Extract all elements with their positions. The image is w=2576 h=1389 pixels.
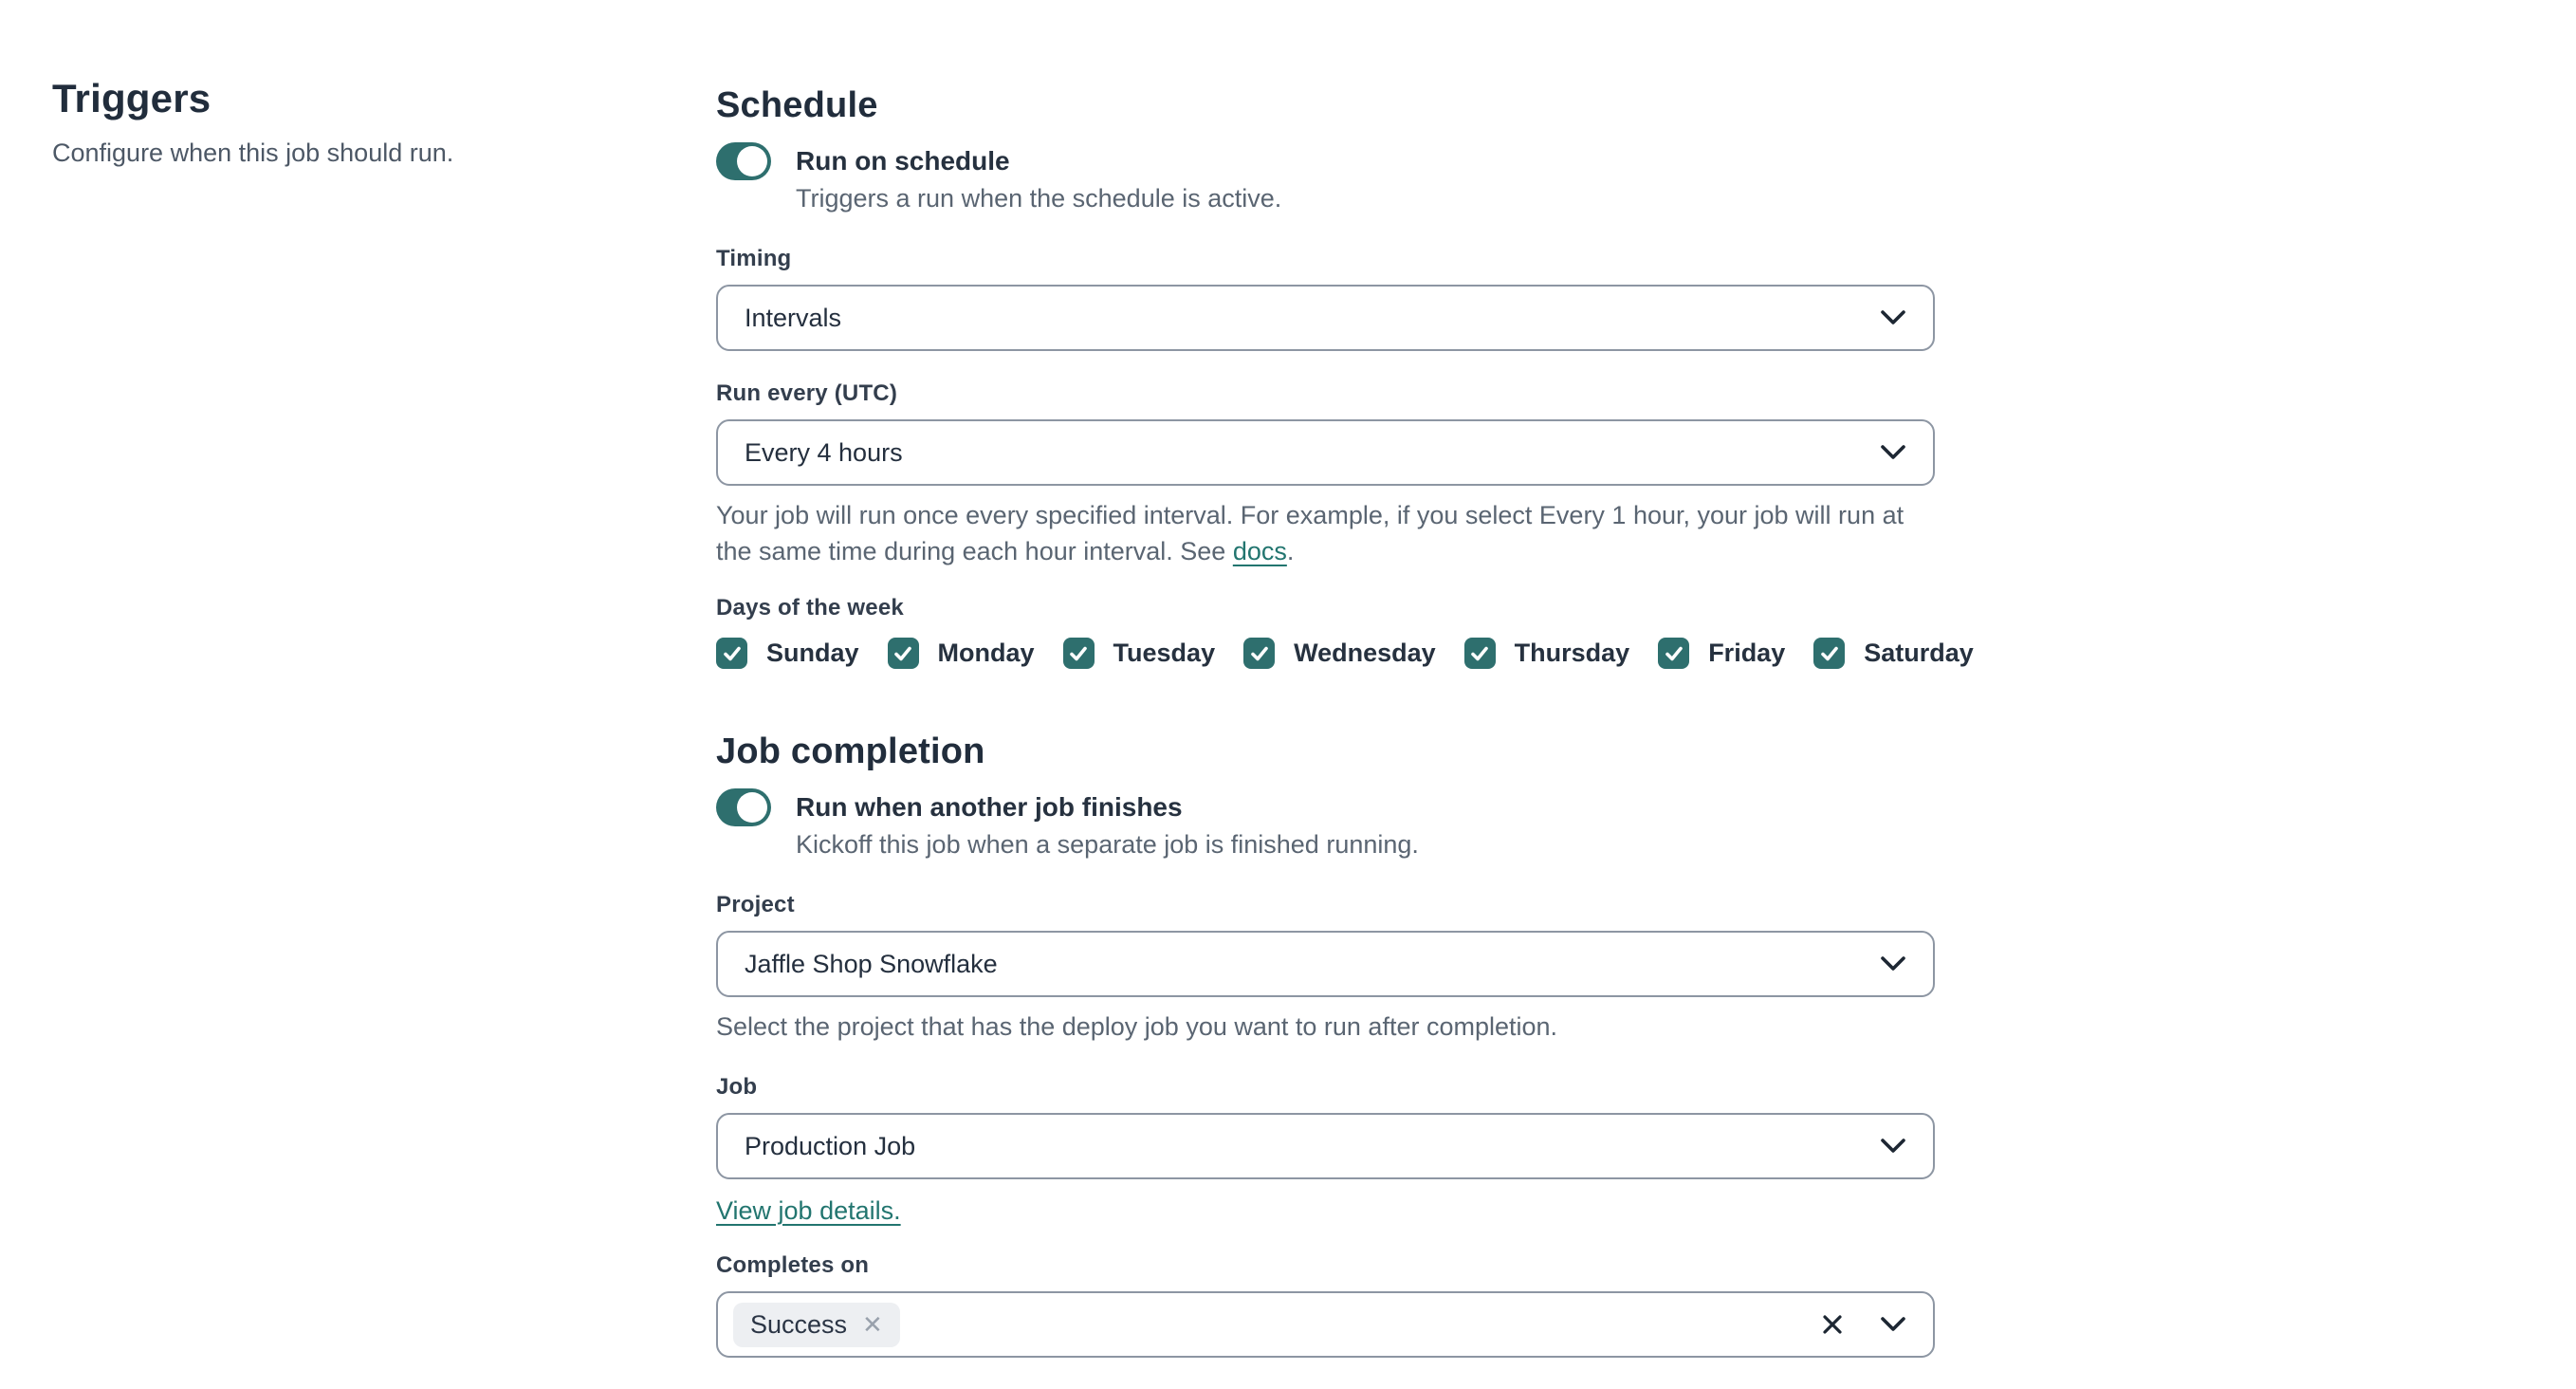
job-completion-section-heading: Job completion [716,732,985,771]
triggers-form: Schedule Run on schedule Triggers a run … [716,76,1974,1358]
interval-help-after: . [1286,537,1295,565]
timing-selected-value: Intervals [745,303,842,332]
day-checkbox-wednesday[interactable]: Wednesday [1243,638,1436,669]
checkbox-checked-icon [887,638,919,669]
job-field: Job Production Job View job details. [716,1073,1935,1229]
day-label: Saturday [1864,639,1974,667]
run-on-schedule-toggle[interactable] [716,142,771,180]
run-when-finishes-text: Run when another job finishes Kickoff th… [796,788,1419,862]
run-when-finishes-description: Kickoff this job when a separate job is … [796,830,1419,859]
page-title: Triggers [52,76,212,120]
chevron-down-icon [1880,309,1906,326]
toggle-knob [737,146,767,176]
run-when-finishes-label: Run when another job finishes [796,792,1183,822]
docs-link[interactable]: docs [1233,537,1287,565]
run-every-select[interactable]: Every 4 hours [716,419,1935,486]
page-subtitle: Configure when this job should run. [52,139,454,167]
day-label: Sunday [766,639,859,667]
days-of-week-row: Sunday Monday Tuesday Wednesday Thursday… [716,638,1974,669]
timing-label: Timing [716,246,792,271]
days-of-week-label: Days of the week [716,595,904,620]
completes-on-multiselect[interactable]: Success ✕ [716,1291,1935,1358]
run-on-schedule-row: Run on schedule Triggers a run when the … [716,142,1935,216]
checkbox-checked-icon [1658,638,1690,669]
run-every-field: Run every (UTC) Every 4 hours Your job w… [716,380,1935,569]
run-every-label: Run every (UTC) [716,380,898,406]
checkbox-checked-icon [1463,638,1496,669]
run-on-schedule-text: Run on schedule Triggers a run when the … [796,142,1281,216]
days-of-week-field: Days of the week Sunday Monday Tuesday W… [716,594,1974,669]
day-checkbox-saturday[interactable]: Saturday [1813,638,1974,669]
day-label: Thursday [1514,639,1630,667]
timing-field: Timing Intervals [716,245,1935,351]
selected-tag-success: Success ✕ [733,1302,900,1347]
day-checkbox-friday[interactable]: Friday [1658,638,1785,669]
day-label: Tuesday [1113,639,1216,667]
checkbox-checked-icon [1813,638,1846,669]
run-on-schedule-description: Triggers a run when the schedule is acti… [796,184,1282,213]
day-label: Wednesday [1294,639,1436,667]
checkbox-checked-icon [716,638,747,669]
chevron-down-icon[interactable] [1880,1316,1906,1333]
project-selected-value: Jaffle Shop Snowflake [745,949,998,978]
run-every-selected-value: Every 4 hours [745,437,903,467]
chevron-down-icon [1880,444,1906,461]
project-help-text: Select the project that has the deploy j… [716,1012,1558,1041]
multiselect-controls [1821,1313,1906,1336]
triggers-panel-header: Triggers Configure when this job should … [52,74,650,171]
day-label: Friday [1708,639,1786,667]
schedule-section-heading: Schedule [716,85,878,125]
project-label: Project [716,892,795,917]
tag-label: Success [750,1309,848,1339]
day-checkbox-tuesday[interactable]: Tuesday [1062,638,1216,669]
timing-select[interactable]: Intervals [716,285,1935,351]
clear-selection-icon[interactable] [1821,1313,1844,1336]
job-select[interactable]: Production Job [716,1113,1935,1179]
view-job-details-link[interactable]: View job details. [716,1193,901,1229]
job-selected-value: Production Job [745,1131,916,1160]
day-checkbox-monday[interactable]: Monday [887,638,1035,669]
project-field: Project Jaffle Shop Snowflake Select the… [716,891,1935,1045]
job-label: Job [716,1074,758,1100]
remove-tag-icon[interactable]: ✕ [862,1312,883,1337]
completes-on-label: Completes on [716,1252,870,1278]
chevron-down-icon [1880,1138,1906,1155]
checkbox-checked-icon [1243,638,1276,669]
run-when-finishes-row: Run when another job finishes Kickoff th… [716,788,1935,862]
interval-help-before: Your job will run once every specified i… [716,501,1904,565]
day-checkbox-thursday[interactable]: Thursday [1463,638,1630,669]
interval-help-text: Your job will run once every specified i… [716,497,1935,569]
run-when-finishes-toggle[interactable] [716,788,771,826]
toggle-knob [737,792,767,823]
checkbox-checked-icon [1062,638,1095,669]
chevron-down-icon [1880,955,1906,972]
completes-on-field: Completes on Success ✕ [716,1251,1935,1358]
day-label: Monday [937,639,1035,667]
run-on-schedule-label: Run on schedule [796,146,1010,176]
project-select[interactable]: Jaffle Shop Snowflake [716,931,1935,997]
day-checkbox-sunday[interactable]: Sunday [716,638,859,669]
